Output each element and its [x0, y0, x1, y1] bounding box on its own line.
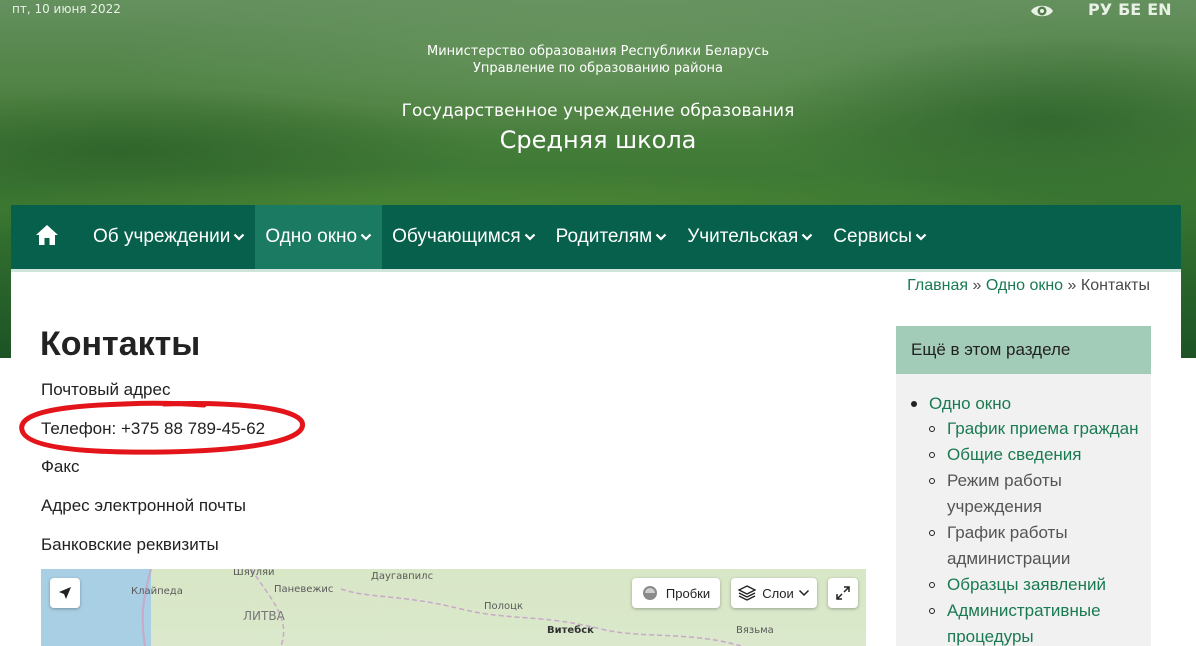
map-label: Клайпеда	[131, 586, 183, 597]
chevron-down-icon	[524, 233, 535, 241]
breadcrumb-home-link[interactable]: Главная	[907, 277, 968, 294]
bullet-icon	[929, 452, 935, 458]
nav-item-label: Об учреждении	[93, 226, 231, 247]
navigation-arrow-icon	[59, 587, 71, 599]
chevron-down-icon	[234, 233, 245, 241]
map-label: ЛИТВА	[243, 609, 285, 623]
nav-divider	[11, 269, 1181, 272]
postal-address-label: Почтовый адрес	[41, 380, 171, 399]
nav-item-label: Сервисы	[833, 226, 912, 247]
yandex-map[interactable]: Шяуляй Даугавпилс Клайпеда Паневежис ЛИТ…	[41, 569, 866, 646]
traffic-button[interactable]: Пробки	[632, 578, 720, 608]
bank-details-label: Банковские реквизиты	[41, 535, 219, 554]
breadcrumb-separator: »	[972, 277, 982, 294]
page-title: Контакты	[40, 325, 201, 363]
breadcrumb-current: Контакты	[1080, 277, 1150, 294]
map-label: Полоцк	[484, 601, 523, 612]
home-button[interactable]	[11, 205, 83, 269]
ministry-name: Министерство образования Республики Бела…	[427, 44, 769, 59]
home-icon	[35, 224, 59, 250]
sidebar-item-label: Одно окно	[929, 393, 1012, 413]
sidebar-subitem-working-hours: Режим работы учреждения	[929, 468, 1146, 520]
chevron-down-icon	[798, 589, 809, 597]
chevron-down-icon	[915, 233, 927, 241]
current-date: пт, 10 июня 2022	[12, 2, 121, 16]
traffic-label: Пробки	[665, 585, 711, 601]
chevron-down-icon	[655, 233, 667, 241]
bullet-icon	[911, 400, 917, 407]
map-label: Паневежис	[274, 584, 334, 595]
sidebar-subitem-general-info[interactable]: Общие сведения	[929, 442, 1146, 468]
main-nav: Об учреждении Одно окно Обучающимся Роди…	[11, 205, 1181, 269]
sidebar-subitem-reception-schedule[interactable]: График приема граждан	[929, 416, 1146, 442]
sidebar-heading: Ещё в этом разделе	[896, 326, 1151, 374]
lang-en-link[interactable]: EN	[1147, 0, 1171, 19]
institution-type: Государственное учреждение образования	[401, 101, 795, 121]
department-name: Управление по образованию района	[472, 61, 724, 76]
sidebar-subitem-application-samples[interactable]: Образцы заявлений	[929, 572, 1146, 598]
breadcrumb-section-link[interactable]: Одно окно	[986, 277, 1063, 294]
bullet-icon	[929, 530, 935, 536]
traffic-icon	[642, 586, 657, 600]
sidebar-item-label: График приема граждан	[947, 419, 1139, 438]
lang-be-link[interactable]: БЕ	[1118, 0, 1141, 19]
lang-ru-link[interactable]: РУ	[1088, 0, 1112, 19]
sidebar-subitem-admin-procedures[interactable]: Административные процедуры	[929, 598, 1146, 646]
sidebar-submenu: График приема граждан Общие сведения Реж…	[911, 416, 1146, 646]
chevron-down-icon	[802, 233, 813, 241]
nav-item-services[interactable]: Сервисы	[823, 205, 937, 269]
geolocation-button[interactable]	[50, 578, 80, 608]
sidebar-item-label: Режим работы учреждения	[947, 471, 1062, 516]
chevron-down-icon	[360, 233, 372, 241]
bullet-icon	[929, 426, 935, 432]
nav-item-label: Обучающимся	[392, 226, 521, 247]
nav-item-one-window[interactable]: Одно окно	[255, 205, 383, 269]
bullet-icon	[929, 608, 935, 614]
nav-item-teachers[interactable]: Учительская	[677, 205, 823, 269]
breadcrumb: Главная » Одно окно » Контакты	[907, 277, 1150, 295]
layers-label: Слои	[762, 585, 794, 601]
sidebar-item-label: Общие сведения	[947, 445, 1082, 464]
nav-item-parents[interactable]: Родителям	[546, 205, 678, 269]
fax-label: Факс	[41, 457, 80, 476]
nav-item-students[interactable]: Обучающимся	[382, 205, 546, 269]
nav-item-label: Одно окно	[265, 226, 358, 247]
map-label: Вязьма	[736, 625, 774, 636]
sidebar-item-one-window[interactable]: Одно окно	[911, 391, 1146, 416]
bullet-icon	[929, 478, 935, 484]
email-label: Адрес электронной почты	[41, 496, 246, 515]
map-label: Витебск	[547, 625, 594, 636]
sidebar-item-label: График работы администрации	[947, 523, 1071, 568]
nav-item-label: Родителям	[555, 226, 653, 247]
sidebar-menu: Одно окно График приема граждан Общие св…	[911, 391, 1146, 646]
map-label: Шяуляй	[233, 569, 275, 578]
accessibility-eye-icon[interactable]	[1030, 1, 1054, 21]
bullet-icon	[929, 582, 935, 588]
expand-icon	[836, 586, 850, 600]
language-switcher: РУ БЕ EN	[1088, 0, 1172, 19]
layers-button[interactable]: Слои	[731, 578, 817, 608]
sidebar-item-label: Административные процедуры	[947, 601, 1101, 646]
phone-line: Телефон: +375 88 789-45-62	[41, 419, 266, 438]
layers-icon	[738, 585, 757, 601]
fullscreen-button[interactable]	[828, 578, 858, 608]
school-name[interactable]: Средняя школа	[0, 126, 1196, 154]
nav-item-about[interactable]: Об учреждении	[83, 205, 255, 269]
map-label: Даугавпилс	[371, 571, 434, 582]
nav-item-label: Учительская	[687, 226, 799, 247]
sidebar-subitem-admin-schedule: График работы администрации	[929, 520, 1146, 572]
sidebar-item-label: Образцы заявлений	[947, 575, 1107, 594]
breadcrumb-separator: »	[1067, 277, 1077, 294]
